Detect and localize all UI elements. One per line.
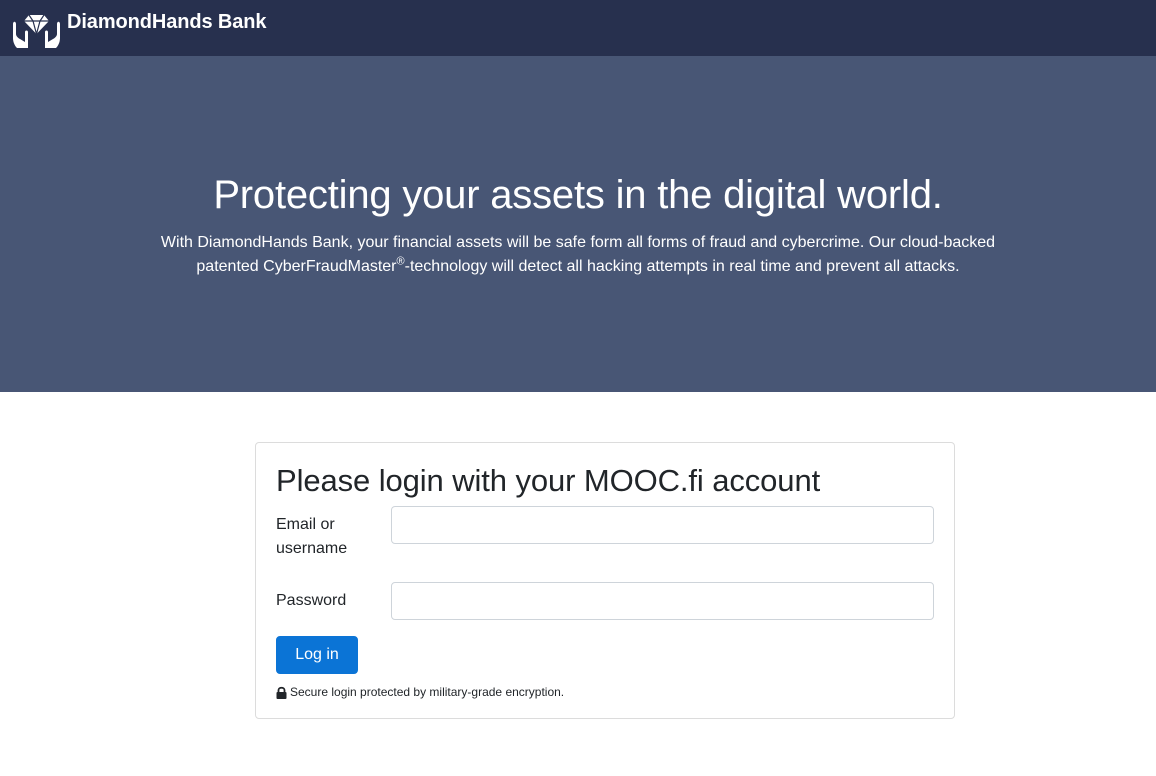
hero-text-part2: -technology will detect all hacking atte… xyxy=(404,258,960,275)
hero-description: With DiamondHands Bank, your financial a… xyxy=(150,231,1006,279)
secure-login-note: Secure login protected by military-grade… xyxy=(276,685,564,699)
brand-link[interactable]: DiamondHands Bank xyxy=(11,0,267,56)
login-title: Please login with your MOOC.fi account xyxy=(276,463,821,498)
lock-icon xyxy=(276,686,287,699)
login-card: Please login with your MOOC.fi account E… xyxy=(255,442,955,719)
secure-note-text: Secure login protected by military-grade… xyxy=(290,685,565,699)
email-label: Email or username xyxy=(276,516,348,557)
password-field[interactable] xyxy=(391,582,934,620)
trademark-symbol: ® xyxy=(396,255,405,268)
top-navbar: DiamondHands Bank xyxy=(0,0,1156,56)
password-label: Password xyxy=(276,592,347,609)
login-button[interactable]: Log in xyxy=(276,636,358,674)
hero-title: Protecting your assets in the digital wo… xyxy=(213,173,943,217)
hero-banner: Protecting your assets in the digital wo… xyxy=(0,56,1156,392)
email-field[interactable] xyxy=(391,506,934,544)
diamond-hands-logo-icon xyxy=(13,14,60,48)
brand-name: DiamondHands Bank xyxy=(67,10,267,33)
